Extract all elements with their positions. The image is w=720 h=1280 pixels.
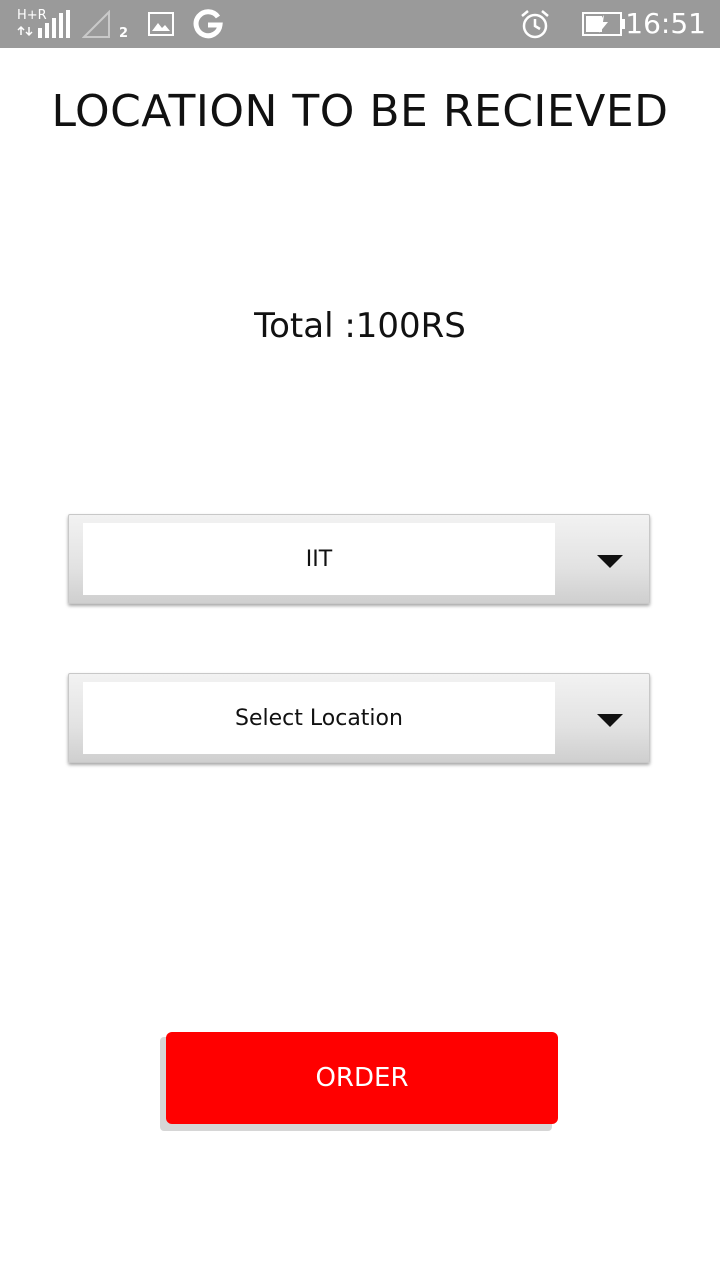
total-amount: Total :100RS [254, 306, 466, 346]
status-time: 16:51 [625, 7, 706, 40]
second-spinner-selected-value: Select Location [83, 682, 555, 754]
first-spinner-selected-value: IIT [83, 523, 555, 595]
sim-number: 2 [119, 26, 129, 41]
battery-charging-icon [582, 12, 625, 36]
signal-icon [17, 10, 70, 38]
dropdown-arrow-icon [597, 714, 623, 727]
alarm-icon [521, 10, 549, 39]
google-icon [193, 9, 223, 39]
select-location-spinner[interactable]: Select Location [68, 673, 650, 763]
page-title: LOCATION TO BE RECIEVED [51, 86, 669, 137]
status-bar: H+R 2 16:51 [0, 0, 720, 48]
first-location-spinner[interactable]: IIT [68, 514, 650, 604]
image-notification-icon [148, 12, 174, 36]
sim2-signal-icon [82, 10, 110, 38]
order-button[interactable]: ORDER [166, 1032, 558, 1124]
dropdown-arrow-icon [597, 555, 623, 568]
